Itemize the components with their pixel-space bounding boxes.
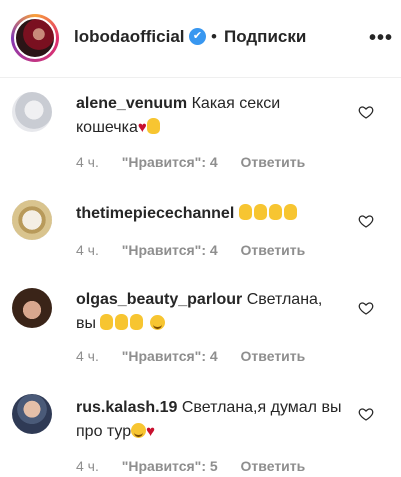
comment-meta: 4 ч. "Нравится": 4 Ответить xyxy=(76,154,324,170)
verified-badge-icon: ✔ xyxy=(189,28,206,45)
comment-time[interactable]: 4 ч. xyxy=(76,154,99,170)
commenter-avatar[interactable] xyxy=(12,200,52,240)
smiling-face-icon xyxy=(149,315,165,330)
reply-button[interactable]: Ответить xyxy=(241,348,306,364)
like-heart-icon[interactable] xyxy=(358,213,374,229)
comment-username[interactable]: olgas_beauty_parlour xyxy=(76,291,242,308)
commenter-avatar[interactable] xyxy=(12,394,52,434)
following-button[interactable]: Подписки xyxy=(224,27,306,47)
comment-time[interactable]: 4 ч. xyxy=(76,458,99,474)
comment-time[interactable]: 4 ч. xyxy=(76,242,99,258)
raised-hand-icon xyxy=(115,314,129,330)
comment-meta: 4 ч. "Нравится": 4 Ответить xyxy=(76,348,324,364)
more-options-icon[interactable]: ••• xyxy=(369,28,393,48)
like-heart-icon[interactable] xyxy=(358,406,374,422)
raised-hand-icon xyxy=(100,314,114,330)
red-heart-icon: ♥ xyxy=(137,119,147,136)
profile-username[interactable]: lobodaofficial xyxy=(74,27,185,47)
comment-username[interactable]: alene_venuum xyxy=(76,95,187,112)
post-header: lobodaofficial ✔ • Подписки ••• xyxy=(0,0,401,78)
like-heart-icon[interactable] xyxy=(358,104,374,120)
comment-username[interactable]: thetimepiecechannel xyxy=(76,205,234,222)
like-heart-icon[interactable] xyxy=(358,300,374,316)
reply-button[interactable]: Ответить xyxy=(241,242,306,258)
comment-meta: 4 ч. "Нравится": 4 Ответить xyxy=(76,242,324,258)
comment-username[interactable]: rus.kalash.19 xyxy=(76,399,177,416)
raised-hand-icon xyxy=(283,204,297,220)
comment-meta: 4 ч. "Нравится": 5 Ответить xyxy=(76,458,324,474)
reply-button[interactable]: Ответить xyxy=(241,154,306,170)
comment-likes[interactable]: "Нравится": 5 xyxy=(122,458,218,474)
separator-dot: • xyxy=(211,27,217,46)
raised-hand-icon xyxy=(146,118,160,134)
raised-hand-icon xyxy=(268,204,282,220)
raised-hand-icon xyxy=(130,314,144,330)
profile-avatar[interactable] xyxy=(11,14,59,62)
commenter-avatar[interactable] xyxy=(12,92,52,132)
grinning-sweat-face-icon xyxy=(131,423,147,438)
comment-likes[interactable]: "Нравится": 4 xyxy=(122,154,218,170)
red-heart-icon: ♥ xyxy=(146,423,156,440)
reply-button[interactable]: Ответить xyxy=(241,458,306,474)
comment-time[interactable]: 4 ч. xyxy=(76,348,99,364)
commenter-avatar[interactable] xyxy=(12,288,52,328)
comment-likes[interactable]: "Нравится": 4 xyxy=(122,348,218,364)
raised-hand-icon xyxy=(238,204,252,220)
raised-hand-icon xyxy=(253,204,267,220)
comment-likes[interactable]: "Нравится": 4 xyxy=(122,242,218,258)
